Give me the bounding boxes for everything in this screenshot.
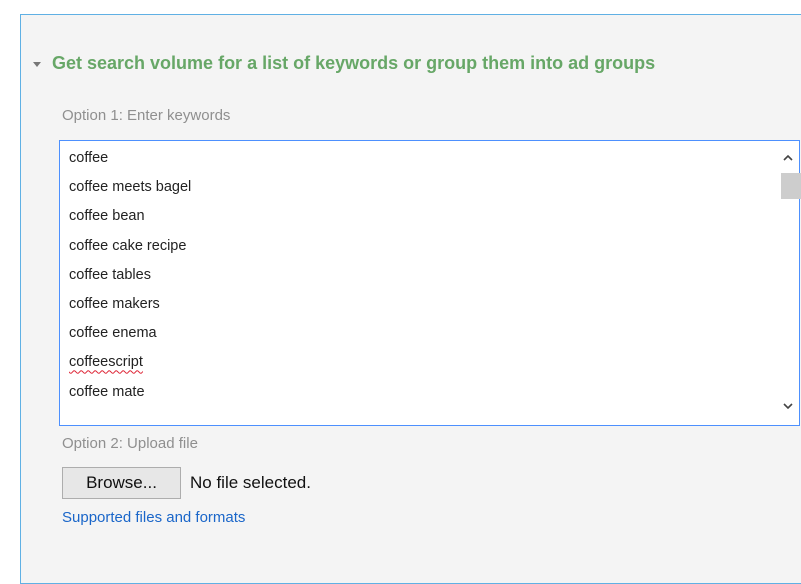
keyword-list: coffee coffee meets bagel coffee bean co… (69, 149, 191, 412)
chevron-up-icon[interactable] (777, 147, 799, 169)
option2-label: Option 2: Upload file (62, 435, 198, 452)
keyword-line: coffee (69, 150, 109, 166)
vertical-scrollbar[interactable] (777, 141, 801, 425)
keyword-line: coffee makers (69, 295, 160, 312)
misspelled-keyword: coffeescript (69, 354, 143, 371)
section-title[interactable]: Get search volume for a list of keywords… (52, 53, 655, 74)
keyword-line: coffee meets bagel (69, 179, 192, 196)
expand-triangle-icon[interactable] (33, 61, 41, 67)
keywords-textarea[interactable]: coffee coffee meets bagel coffee bean co… (59, 140, 801, 426)
keyword-line: coffee cake recipe (69, 237, 187, 254)
chevron-down-icon[interactable] (777, 395, 799, 417)
keyword-line: coffee mate (69, 383, 145, 400)
scroll-thumb[interactable] (781, 173, 801, 199)
supported-files-link[interactable]: Supported files and formats (62, 509, 245, 526)
keyword-planner-panel: Get search volume for a list of keywords… (20, 14, 801, 584)
keyword-line: coffee tables (69, 266, 151, 283)
keyword-line: coffee enema (69, 325, 157, 342)
option1-label: Option 1: Enter keywords (62, 107, 231, 124)
keyword-line: coffee bean (69, 208, 145, 225)
section-header[interactable]: Get search volume for a list of keywords… (33, 53, 655, 74)
file-upload-row: Browse... No file selected. (62, 467, 311, 499)
file-status: No file selected. (190, 473, 311, 492)
browse-button[interactable]: Browse... (62, 467, 181, 499)
keyword-line: coffeescript (69, 353, 191, 382)
